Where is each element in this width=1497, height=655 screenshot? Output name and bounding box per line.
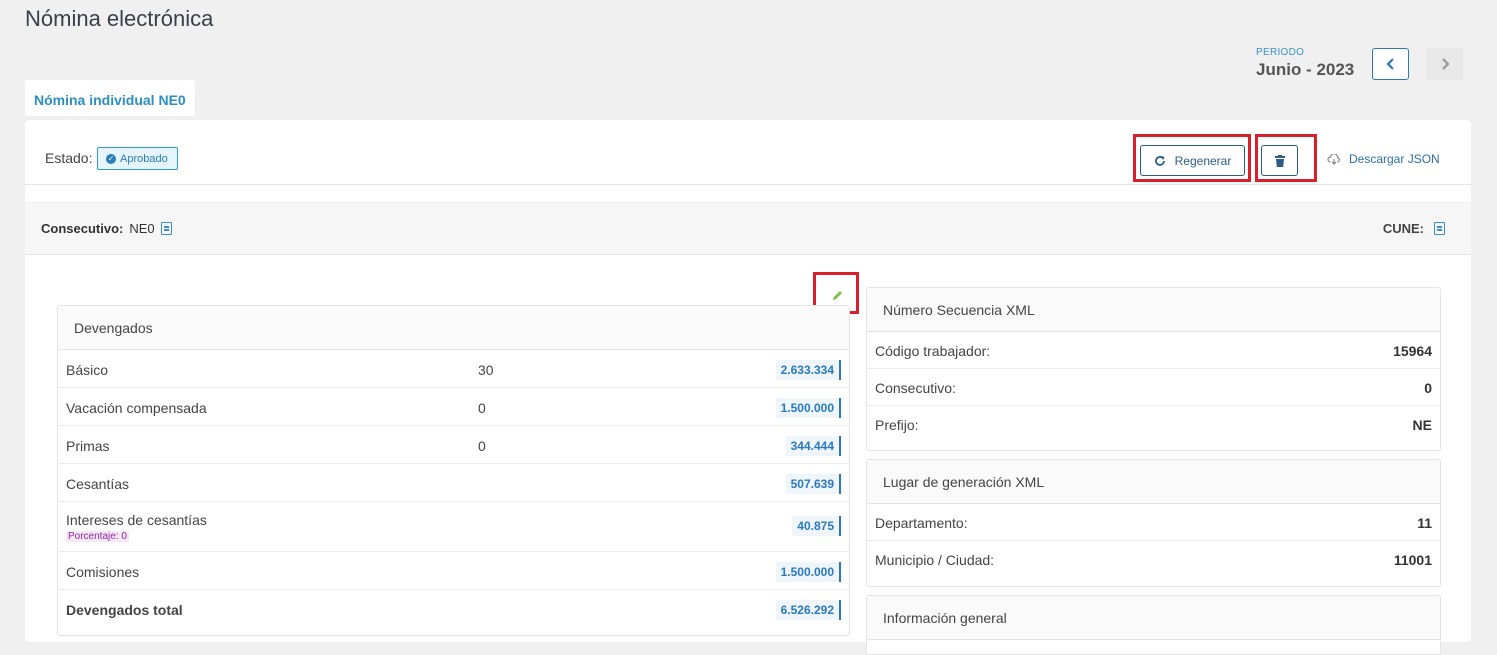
check-circle-icon: ✓ — [106, 153, 116, 164]
download-json-label: Descargar JSON — [1349, 152, 1440, 166]
row-label: Devengados total — [66, 602, 183, 618]
row-qty: 0 — [478, 438, 486, 454]
next-period-button[interactable] — [1426, 48, 1463, 80]
row-value[interactable]: 1.500.000 — [775, 562, 841, 582]
cloud-download-icon — [1327, 153, 1340, 165]
devengados-panel: Devengados Básico 30 2.633.334 Vacación … — [57, 305, 850, 636]
row-value[interactable]: 2.633.334 — [775, 360, 841, 380]
row-label: Intereses de cesantías — [66, 512, 207, 528]
row-label: Primas — [66, 438, 110, 454]
info-value: NE — [1412, 417, 1432, 433]
nomina-card: Estado: ✓ Aprobado Regenerar Descargar J… — [25, 120, 1471, 655]
row-label: Comisiones — [66, 564, 140, 580]
info-value: 11001 — [1393, 552, 1432, 568]
consecutivo-row: Consecutivo: NE0 CUNE: — [25, 202, 1471, 255]
table-row: Básico 30 2.633.334 — [58, 350, 849, 388]
trash-icon — [1274, 154, 1285, 167]
row-label: Cesantías — [66, 476, 130, 492]
row-label: Vacación compensada — [66, 400, 207, 416]
info-row: Departamento: 11 — [867, 504, 1440, 541]
info-row: Municipio / Ciudad: 11001 — [867, 541, 1440, 578]
info-value: 0 — [1424, 380, 1432, 396]
periodo: PERIODO Junio - 2023 — [1256, 47, 1354, 80]
info-row: Prefijo: NE — [867, 406, 1440, 443]
download-json-link[interactable]: Descargar JSON — [1327, 152, 1440, 166]
document-icon[interactable] — [1434, 222, 1445, 235]
info-label: Código trabajador: — [875, 343, 991, 359]
pencil-icon — [832, 290, 842, 300]
status-badge: ✓ Aprobado — [97, 147, 178, 170]
row-label: Básico — [66, 362, 109, 378]
consecutivo-label: Consecutivo: — [41, 221, 124, 236]
consecutivo-value: NE0 — [129, 221, 155, 236]
info-row: Código trabajador: 15964 — [867, 332, 1440, 369]
row-value[interactable]: 40.875 — [792, 516, 841, 536]
periodo-label: PERIODO — [1256, 47, 1305, 58]
table-row: Primas 0 344.444 — [58, 426, 849, 464]
info-label: Municipio / Ciudad: — [875, 552, 995, 568]
row-value[interactable]: 344.444 — [785, 436, 841, 456]
table-row: Intereses de cesantías Porcentaje: 0 40.… — [58, 502, 849, 552]
info-label: Prefijo: — [875, 417, 919, 433]
table-row: Vacación compensada 0 1.500.000 — [58, 388, 849, 426]
row-qty: 30 — [478, 362, 494, 378]
chevron-left-icon — [1385, 58, 1394, 70]
lugar-panel: Lugar de generación XML Departamento: 11… — [866, 459, 1441, 587]
secuencia-title: Número Secuencia XML — [867, 288, 1440, 332]
document-icon[interactable] — [160, 222, 172, 235]
info-value: 11 — [1417, 515, 1432, 531]
porcentaje-note: Porcentaje: 0 — [66, 531, 129, 542]
devengados-title: Devengados — [58, 306, 849, 350]
estado-row: Estado: ✓ Aprobado Regenerar Descargar J… — [25, 120, 1471, 185]
status-badge-text: Aprobado — [120, 152, 168, 165]
general-panel: Información general — [866, 595, 1441, 655]
cune-label: CUNE: — [1382, 221, 1424, 236]
info-label: Departamento: — [875, 515, 968, 531]
row-value[interactable]: 507.639 — [785, 474, 841, 494]
page-title: Nómina electrónica — [25, 6, 214, 31]
cune-info: CUNE: — [1383, 221, 1445, 236]
table-row: Cesantías 507.639 — [58, 464, 849, 502]
info-row: Consecutivo: 0 — [867, 369, 1440, 406]
total-row: Devengados total 6.526.292 — [58, 590, 849, 628]
row-qty: 0 — [478, 400, 486, 416]
info-label: Consecutivo: — [875, 380, 956, 396]
row-value[interactable]: 6.526.292 — [775, 600, 841, 620]
chevron-right-icon — [1441, 58, 1450, 70]
tab-nomina-individual[interactable]: Nómina individual NE0 — [25, 80, 195, 116]
secuencia-panel: Número Secuencia XML Código trabajador: … — [866, 287, 1441, 451]
periodo-value: Junio - 2023 — [1256, 60, 1355, 79]
refresh-icon — [1154, 155, 1165, 166]
delete-button[interactable] — [1261, 145, 1298, 176]
consecutivo-info: Consecutivo: NE0 — [41, 221, 172, 236]
row-value[interactable]: 1.500.000 — [775, 398, 841, 418]
previous-period-button[interactable] — [1372, 48, 1409, 80]
table-row: Comisiones 1.500.000 — [58, 552, 849, 590]
regenerate-label: Regenerar — [1174, 153, 1232, 168]
lugar-title: Lugar de generación XML — [867, 460, 1440, 504]
info-value: 15964 — [1393, 343, 1432, 359]
general-title: Información general — [867, 596, 1440, 640]
regenerate-button[interactable]: Regenerar — [1140, 145, 1245, 176]
estado-label: Estado: — [45, 150, 93, 166]
